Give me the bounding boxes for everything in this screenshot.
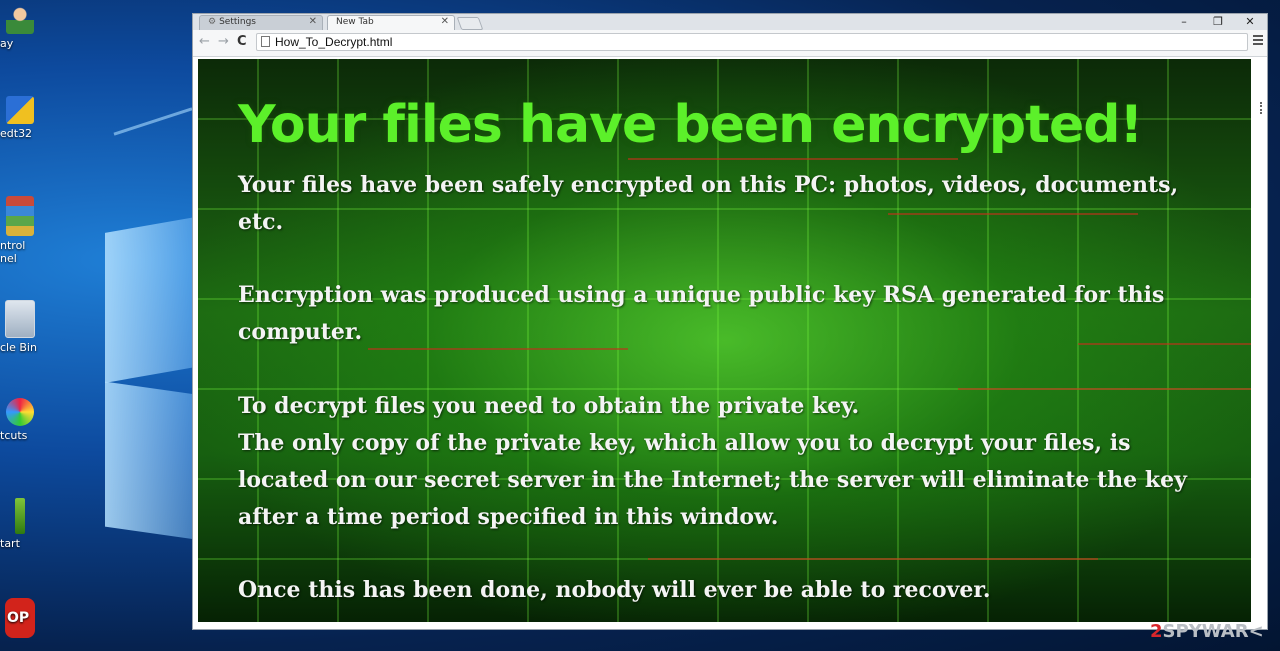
tab-new-tab[interactable]: New Tab ✕ — [327, 15, 455, 30]
desktop-icon-user[interactable]: ay — [0, 6, 40, 50]
desktop-icon-label: cle Bin — [0, 341, 37, 354]
close-window-button[interactable]: ✕ — [1235, 14, 1265, 30]
browser-menu-icon[interactable] — [1253, 35, 1263, 47]
desktop-icon-label: edt32 — [0, 127, 33, 140]
scrollbar-handle[interactable] — [1260, 102, 1265, 114]
desktop-icon-label: ntrol — [0, 239, 26, 252]
start-arrow-icon — [15, 498, 25, 534]
ransom-headline: Your files have been encrypted! — [238, 95, 1143, 155]
page-icon — [261, 36, 270, 47]
back-icon[interactable]: ← — [199, 34, 210, 50]
ransom-paragraph: Encryption was produced using a unique p… — [238, 282, 1165, 345]
tab-strip: ⚙ Settings ✕ New Tab ✕ – ❐ ✕ — [193, 14, 1267, 30]
site-watermark: 2SPYWAR< — [1150, 621, 1264, 642]
wallpaper-light-ray — [113, 107, 193, 136]
close-tab-icon[interactable]: ✕ — [441, 16, 449, 27]
stop-sign-icon: OP — [5, 598, 35, 638]
desktop-icon-label: nel — [0, 252, 17, 265]
ransom-paragraph: Once this has been done, nobody will eve… — [238, 577, 991, 603]
desktop-icon-stop[interactable]: OP — [0, 598, 40, 641]
reload-icon[interactable]: C — [237, 34, 247, 50]
address-bar[interactable] — [256, 33, 1248, 51]
minimize-button[interactable]: – — [1169, 14, 1199, 30]
new-tab-button[interactable] — [456, 17, 484, 30]
stop-sign-label: OP — [7, 610, 30, 626]
watermark-prefix: 2 — [1150, 621, 1163, 642]
watermark-suffix: < — [1248, 621, 1264, 642]
maximize-button[interactable]: ❐ — [1203, 14, 1233, 30]
address-input[interactable] — [275, 34, 1235, 50]
desktop-icon-shortcuts[interactable]: tcuts — [0, 398, 40, 442]
ransom-paragraph: The only copy of the private key, which … — [238, 430, 1187, 530]
desktop-icon-start[interactable]: tart — [0, 498, 40, 550]
tab-settings[interactable]: ⚙ Settings ✕ — [199, 15, 323, 30]
regedit-icon — [6, 96, 34, 124]
desktop-icon-recycle-bin[interactable]: cle Bin — [0, 300, 40, 354]
shortcuts-icon — [6, 398, 34, 426]
desktop-icon-regedit[interactable]: edt32 — [0, 96, 40, 140]
wallpaper-light-beam — [105, 217, 195, 383]
wallpaper-light-beam — [105, 381, 195, 540]
desktop-icon-label: tart — [0, 537, 20, 550]
browser-toolbar: ← → C — [193, 30, 1267, 57]
close-tab-icon[interactable]: ✕ — [309, 16, 317, 27]
user-icon — [6, 6, 34, 34]
tab-label: Settings — [219, 17, 256, 27]
gear-icon: ⚙ — [208, 17, 217, 27]
browser-window: ⚙ Settings ✕ New Tab ✕ – ❐ ✕ ← → C How_T… — [192, 13, 1268, 630]
watermark-text: SPYWAR — [1162, 621, 1249, 642]
ransom-paragraph: To decrypt files you need to obtain the … — [238, 393, 860, 419]
desktop-icon-label: tcuts — [0, 429, 28, 442]
ransom-paragraph: Your files have been safely encrypted on… — [238, 172, 1179, 235]
desktop-icon-control-panel[interactable]: ntrol nel — [0, 196, 40, 265]
forward-icon[interactable]: → — [218, 34, 229, 50]
tab-label: New Tab — [336, 17, 374, 27]
ransom-note-page: Your files have been encrypted! Your fil… — [198, 59, 1251, 622]
desktop-icon-label: ay — [0, 37, 14, 50]
control-panel-icon — [6, 196, 34, 236]
recycle-bin-icon — [5, 300, 35, 338]
